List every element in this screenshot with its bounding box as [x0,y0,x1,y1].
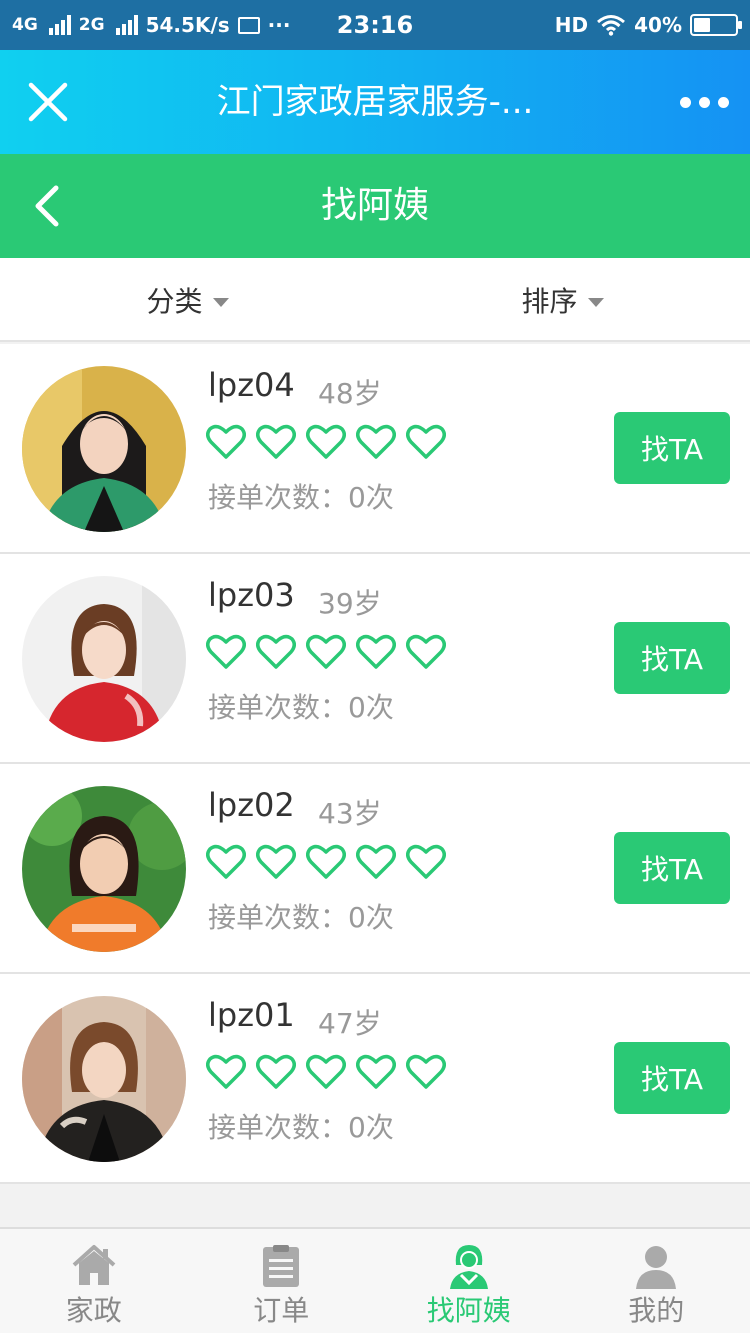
rating-hearts [206,424,446,460]
heart-icon [356,424,396,459]
heart-icon [306,844,346,879]
filter-sort-dropdown[interactable]: 排序 [375,258,750,342]
heart-icon [356,1054,396,1089]
worker-age: 48岁 [318,377,382,410]
bottom-tab-bar: 家政 订单 找阿姨 我的 [0,1227,750,1333]
rating-hearts [206,634,446,670]
order-count: 接单次数：0次 [208,1111,394,1144]
heart-icon [356,634,396,669]
rating-hearts [206,844,446,880]
tab-find-worker[interactable]: 找阿姨 [375,1229,563,1333]
heart-icon [406,424,446,459]
heart-icon [406,844,446,879]
order-count: 接单次数：0次 [208,691,394,724]
signal-icon [48,15,71,35]
worker-age: 47岁 [318,1007,382,1040]
heart-icon [256,844,296,879]
filter-category-label: 分类 [146,285,203,318]
status-more: ··· [267,13,291,37]
worker-name: lpz04 [208,366,295,404]
avatar [22,366,186,532]
status-left: 4G 2G 54.5K/s ··· [12,13,290,37]
heart-icon [306,1054,346,1089]
filter-sort-label: 排序 [521,285,578,318]
heart-icon [206,634,246,669]
hd-label: HD [554,13,589,37]
wechat-title-bar: 江门家政居家服务-... [0,50,750,154]
worker-age: 39岁 [318,587,382,620]
tab-orders-label: 订单 [253,1294,310,1327]
tab-profile[interactable]: 我的 [563,1229,750,1333]
battery-icon [690,14,742,36]
tab-orders[interactable]: 订单 [188,1229,376,1333]
list-item[interactable]: lpz01 47岁 接单次数：0次 找TA [0,974,750,1184]
worker-list: lpz04 48岁 接单次数：0次 找TA lpz03 39岁 接单次数：0次 … [0,344,750,1184]
page-header: 找阿姨 [0,154,750,258]
list-item[interactable]: lpz04 48岁 接单次数：0次 找TA [0,344,750,554]
heart-icon [306,634,346,669]
order-count: 接单次数：0次 [208,901,394,934]
back-chevron-icon[interactable] [30,182,64,230]
wifi-icon [597,15,626,36]
heart-icon [206,1054,246,1089]
find-ta-button[interactable]: 找TA [614,1042,730,1114]
mail-icon [237,16,260,34]
avatar [22,996,186,1162]
battery-percent: 40% [634,13,682,37]
more-dots-icon[interactable] [680,92,730,112]
home-icon [72,1245,116,1285]
caret-down-icon [587,297,604,307]
status-bar: 4G 2G 54.5K/s ··· 23:16 HD 40% [0,0,750,50]
status-right: HD 40% [554,13,742,37]
network-4g-label: 4G [12,15,38,35]
worker-name: lpz01 [208,996,295,1034]
signal-icon [115,15,138,35]
find-ta-button[interactable]: 找TA [614,412,730,484]
find-ta-button[interactable]: 找TA [614,622,730,694]
network-2g-label: 2G [78,15,105,35]
heart-icon [256,424,296,459]
heart-icon [206,424,246,459]
list-item[interactable]: lpz03 39岁 接单次数：0次 找TA [0,554,750,764]
heart-icon [356,844,396,879]
avatar [22,576,186,742]
heart-icon [206,844,246,879]
clipboard-icon [263,1245,300,1287]
find-ta-button[interactable]: 找TA [614,832,730,904]
tab-home-label: 家政 [65,1294,122,1327]
user-icon [636,1246,677,1289]
heart-icon [256,1054,296,1089]
heart-icon [256,634,296,669]
heart-icon [306,424,346,459]
network-speed: 54.5K/s [145,13,230,37]
close-icon[interactable] [26,80,70,124]
filter-bar: 分类 排序 [0,258,750,342]
wechat-page-title: 江门家政居家服务-... [216,82,534,122]
filter-category-dropdown[interactable]: 分类 [0,258,375,342]
tab-home[interactable]: 家政 [0,1229,188,1333]
heart-icon [406,1054,446,1089]
page-title: 找阿姨 [320,185,429,226]
order-count: 接单次数：0次 [208,481,394,514]
tab-find-worker-label: 找阿姨 [426,1294,511,1327]
worker-name: lpz03 [208,576,295,614]
avatar [22,786,186,952]
caret-down-icon [212,297,229,307]
rating-hearts [206,1054,446,1090]
list-item[interactable]: lpz02 43岁 接单次数：0次 找TA [0,764,750,974]
worker-icon [449,1245,488,1289]
tab-profile-label: 我的 [628,1294,685,1327]
worker-age: 43岁 [318,797,382,830]
heart-icon [406,634,446,669]
worker-name: lpz02 [208,786,295,824]
